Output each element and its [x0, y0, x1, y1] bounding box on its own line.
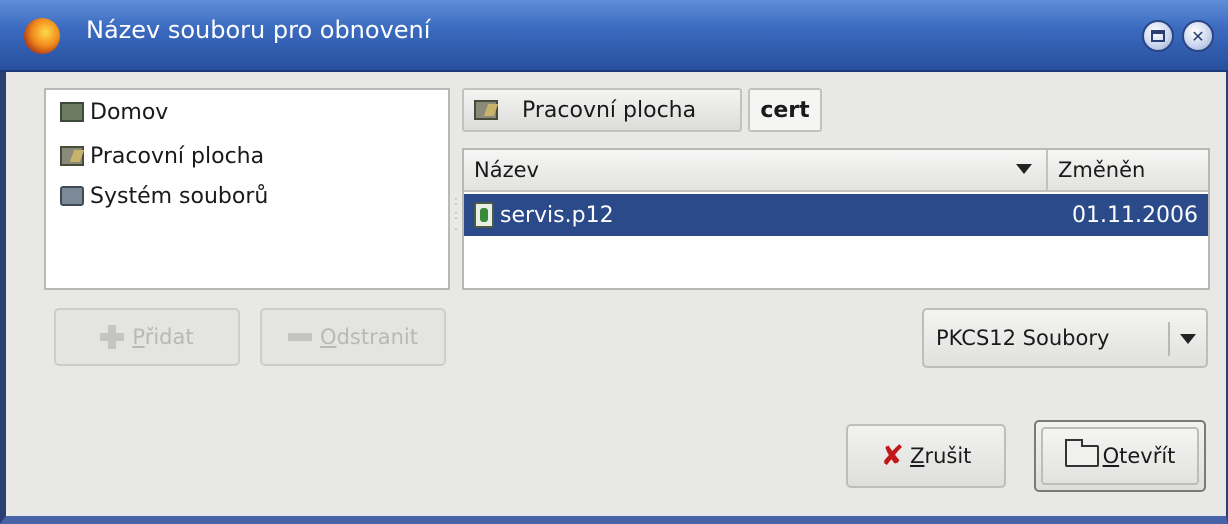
minus-icon	[288, 333, 313, 341]
places-sidebar: Domov Pracovní plocha Systém souborů	[44, 88, 450, 290]
certificate-file-icon	[474, 202, 494, 228]
pane-splitter-handle[interactable]: ⁚ ⁚ ·	[452, 196, 460, 252]
cancel-x-icon: ✘	[880, 439, 905, 472]
button-label: Otevřít	[1102, 444, 1176, 468]
column-header-label: Název	[474, 158, 539, 182]
open-folder-icon	[1064, 439, 1099, 467]
button-label: Odstranit	[320, 325, 418, 349]
close-icon: ✕	[1191, 26, 1205, 46]
place-label: Systém souborů	[90, 183, 269, 209]
path-button-cert[interactable]: cert	[748, 88, 822, 132]
chevron-down-icon	[1180, 334, 1196, 344]
column-header-modified[interactable]: Změněn	[1048, 150, 1208, 192]
button-label: Přidat	[132, 325, 194, 349]
file-list: Název Změněn servis.p12 01.11.2006	[462, 148, 1210, 290]
open-button[interactable]: Otevřít	[1034, 420, 1206, 492]
place-label: Pracovní plocha	[90, 143, 265, 169]
remove-bookmark-button[interactable]: Odstranit	[260, 308, 446, 366]
home-folder-icon	[60, 102, 84, 122]
title-bar[interactable]: Název souboru pro obnovení ✕	[0, 0, 1228, 72]
column-header-label: Změněn	[1058, 158, 1146, 182]
plus-icon	[100, 325, 125, 349]
file-filter-select[interactable]: PKCS12 Soubory	[922, 308, 1208, 368]
maximize-icon	[1151, 30, 1165, 42]
file-modified: 01.11.2006	[1072, 202, 1198, 228]
path-button-label: cert	[760, 97, 810, 123]
desktop-icon	[60, 146, 84, 166]
file-name: servis.p12	[500, 202, 614, 228]
window-title: Název souboru pro obnovení	[86, 16, 431, 44]
add-bookmark-button[interactable]: Přidat	[54, 308, 240, 366]
button-label: Zrušit	[910, 444, 972, 468]
cancel-button[interactable]: ✘ Zrušit	[846, 424, 1006, 488]
open-button-inner: Otevřít	[1041, 427, 1199, 485]
place-item-home[interactable]: Domov	[60, 94, 168, 130]
firefox-icon	[24, 18, 60, 54]
sort-descending-icon	[1016, 164, 1032, 174]
path-button-label: Pracovní plocha	[522, 97, 697, 123]
file-row[interactable]: servis.p12 01.11.2006	[464, 194, 1208, 236]
combo-separator	[1168, 322, 1170, 356]
column-header-name[interactable]: Název	[464, 150, 1048, 192]
place-item-filesystem[interactable]: Systém souborů	[60, 178, 268, 214]
place-item-desktop[interactable]: Pracovní plocha	[60, 138, 264, 174]
filesystem-icon	[60, 186, 84, 206]
place-label: Domov	[90, 99, 169, 125]
maximize-button[interactable]	[1142, 20, 1174, 52]
close-button[interactable]: ✕	[1182, 20, 1214, 52]
path-button-desktop[interactable]: Pracovní plocha	[462, 88, 742, 132]
desktop-icon	[474, 100, 498, 120]
file-filter-value: PKCS12 Soubory	[936, 326, 1110, 350]
file-chooser-dialog: Název souboru pro obnovení ✕ Domov Praco…	[0, 0, 1228, 524]
